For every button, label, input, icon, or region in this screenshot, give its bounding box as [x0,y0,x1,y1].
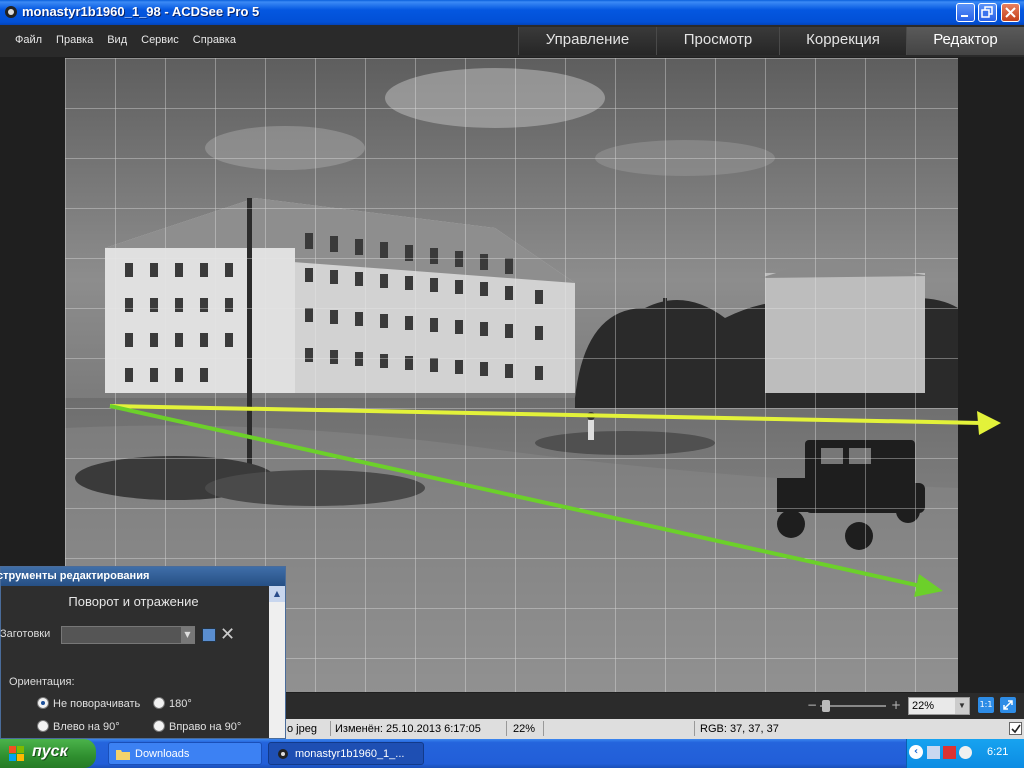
clock: 6:21 [987,746,1009,758]
radio-button[interactable] [37,720,49,732]
green-arrow [109,404,926,589]
menu-list: Файл Правка Вид Сервис Справка [8,34,243,46]
yellow-arrowhead [977,411,1001,435]
status-rgb: RGB: 37, 37, 37 [700,723,779,735]
zoom-value: 22% [912,700,935,712]
panel-header[interactable]: струменты редактирования [0,567,285,586]
presets-select[interactable]: ▼ [61,626,195,644]
task-acdsee[interactable]: monastyr1b1960_1_... [268,742,424,765]
start-label: пуск [32,743,68,760]
mode-tab[interactable]: Управление [518,27,656,55]
radio-button[interactable] [153,697,165,709]
fit-icon [1003,700,1013,710]
start-button[interactable]: пуск [0,739,96,768]
check-icon [1011,724,1021,734]
windows-logo-icon [9,746,24,761]
panel-scrollbar[interactable]: ▲ [269,586,285,738]
acdsee-app-icon [5,6,17,18]
menu-item[interactable]: Правка [49,34,100,46]
mode-tab[interactable]: Редактор [906,27,1024,55]
taskbar: пуск Downloads monastyr1b1960_1_... ‹ 6:… [0,739,1024,768]
volume-icon[interactable] [959,746,972,759]
status-separator [543,721,544,736]
antivirus-icon[interactable] [943,746,956,759]
fit-image-button[interactable] [1000,697,1016,713]
actual-size-button[interactable]: 1:1 [978,697,994,713]
radio-label: Не поворачивать [53,698,141,710]
scroll-up-icon[interactable]: ▲ [269,586,285,602]
title-bar: monastyr1b1960_1_98 - ACDSee Pro 5 [0,0,1024,25]
zoom-in-button[interactable]: + [891,698,901,712]
radio-180[interactable]: 180° [153,697,192,710]
status-separator [330,721,331,736]
mode-tabs: Управление Просмотр Коррекция Редактор [518,27,1024,55]
orientation-label: Ориентация: [9,676,75,688]
radio-label: Влево на 90° [53,721,120,733]
radio-no-rotate[interactable]: Не поворачивать [37,697,140,710]
radio-label: Вправо на 90° [169,721,242,733]
radio-button[interactable] [153,720,165,732]
menu-item[interactable]: Справка [186,34,243,46]
zoom-out-button[interactable]: − [807,698,817,712]
acdsee-app-icon [278,749,288,759]
zoom-select[interactable]: 22% ▼ [908,697,970,715]
maximize-button[interactable] [978,3,997,22]
status-checkbox[interactable] [1009,722,1022,735]
menu-item[interactable]: Сервис [134,34,186,46]
maximize-icon [981,6,993,18]
mode-tab[interactable]: Просмотр [656,27,779,55]
panel-title: Поворот и отражение [68,594,199,609]
radio-label: 180° [169,698,192,710]
close-icon [1005,7,1016,18]
status-separator [694,721,695,736]
status-modified: Изменён: 25.10.2013 6:17:05 [335,723,481,735]
task-downloads[interactable]: Downloads [108,742,262,765]
window-title: monastyr1b1960_1_98 - ACDSee Pro 5 [22,4,260,19]
system-tray: ‹ 6:21 [906,739,1024,768]
task-label: Downloads [135,748,190,760]
radio-button[interactable] [37,697,49,709]
task-label: monastyr1b1960_1_... [295,748,405,760]
save-icon[interactable] [202,628,216,642]
radio-left-90[interactable]: Влево на 90° [37,720,120,733]
folder-icon [116,750,130,760]
green-arrowhead [914,574,943,597]
menu-item[interactable]: Файл [8,34,49,46]
menu-bar: Файл Правка Вид Сервис Справка Управление Про… [0,25,1024,57]
status-separator [506,721,507,736]
status-file-type: о jpeg [287,723,317,735]
minimize-icon [961,15,968,17]
status-zoom: 22% [513,723,536,735]
chevron-left-icon[interactable]: ‹ [909,745,923,759]
yellow-arrow [109,404,983,425]
panel-header-label: струменты редактирования [0,570,150,582]
close-button[interactable] [1001,3,1020,22]
radio-right-90[interactable]: Вправо на 90° [153,720,241,733]
chevron-down-icon[interactable]: ▼ [955,698,969,714]
presets-label: Заготовки [0,628,51,640]
edit-tools-panel: струменты редактирования Поворот и отраж… [0,566,286,739]
delete-icon[interactable]: ✕ [220,626,235,644]
zoom-slider-thumb[interactable] [822,700,830,712]
network-icon[interactable] [927,746,940,759]
chevron-down-icon[interactable]: ▼ [181,627,194,643]
mode-tab[interactable]: Коррекция [779,27,906,55]
minimize-button[interactable] [956,3,975,22]
menu-item[interactable]: Вид [100,34,134,46]
